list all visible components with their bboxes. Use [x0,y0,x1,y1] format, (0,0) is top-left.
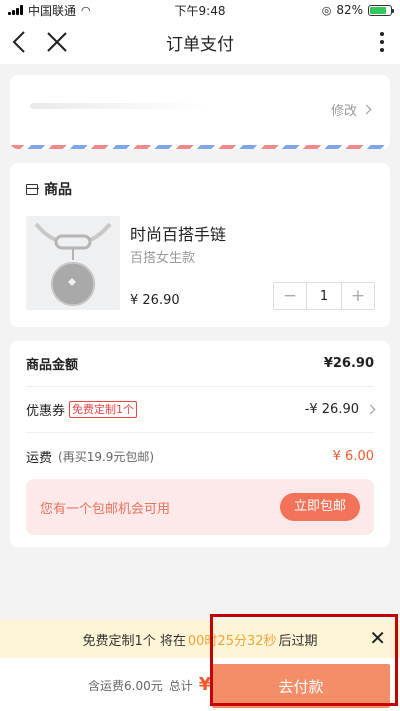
countdown-close-button[interactable]: ✕ [369,628,386,648]
status-right: ◎ 82% [321,3,394,17]
product-spec: 百搭女生款 [130,251,196,266]
orientation-lock-icon: ◎ [321,3,332,17]
product-price: ¥ 26.90 [130,293,180,308]
battery-icon [368,4,394,16]
carrier-label: 中国联通 [28,3,77,18]
quantity-value[interactable]: 1 [306,283,342,309]
countdown-suffix: 后过期 [278,633,318,649]
coupon-row[interactable]: 优惠券 免费定制1个 -¥ 26.90 [26,387,376,433]
address-redacted [30,103,210,109]
more-dot-icon [380,48,384,52]
goods-amount-label: 商品金额 [26,358,79,373]
more-dot-icon [380,40,384,44]
chevron-right-icon [365,404,376,415]
free-shipping-text: 您有一个包邮机会可用 [40,501,171,517]
pay-button[interactable]: 去付款 [212,664,390,708]
countdown-time: 00时25分32秒 [187,633,277,649]
countdown-prefix: 免费定制1个 将在 [82,633,186,649]
back-button[interactable] [0,20,38,64]
back-icon [12,31,25,53]
coupon-label: 优惠券 [26,404,66,419]
quantity-plus-button[interactable]: + [342,283,374,309]
shipping-value: ¥ 6.00 [332,448,374,464]
status-bar: 中国联通 ◠ 下午9:48 ◎ 82% [0,0,400,20]
expiry-countdown-banner: 免费定制1个 将在 00时25分32秒 后过期 ✕ [0,620,400,658]
shop-icon [25,183,39,195]
more-menu-button[interactable] [364,20,400,64]
product-name[interactable]: 时尚百搭手链 [130,221,226,245]
goods-header: 商品 [25,179,72,199]
battery-fill [370,6,387,14]
battery-percent: 82% [336,3,363,17]
more-dot-icon [380,32,384,36]
address-edit-label: 修改 [330,104,357,119]
close-button[interactable] [38,20,76,64]
quantity-minus-button[interactable]: − [274,283,306,309]
checkout-shipping-note: 含运费6.00元 [88,679,163,693]
order-summary-card: 商品金额 ¥26.90 优惠券 免费定制1个 -¥ 26.90 运费 (再买19… [10,341,390,547]
wifi-icon: ◠ [81,3,91,17]
goods-amount-row: 商品金额 ¥26.90 [26,341,374,387]
address-card[interactable]: 修改 [10,75,390,149]
address-edit-link[interactable]: 修改 [330,100,372,119]
airmail-border [10,145,390,149]
status-left: 中国联通 ◠ [8,2,91,19]
quantity-stepper: − 1 + [273,282,375,310]
close-icon [47,32,67,52]
goods-card: 商品 时尚百搭手链 百搭女生款 ¥ 26.90 − 1 + [10,163,390,327]
coupon-value: -¥ 26.90 [304,402,359,417]
chevron-right-icon [361,104,372,115]
bracelet-image [34,222,112,306]
goods-section-title: 商品 [44,182,72,198]
signal-icon [8,5,23,15]
coupon-badge: 免费定制1个 [69,401,138,418]
goods-amount-value: ¥26.90 [323,356,374,371]
checkout-total-label: 总计 [168,679,193,693]
shipping-label: 运费 [26,450,53,466]
free-shipping-button[interactable]: 立即包邮 [279,493,360,521]
shipping-row: 运费 (再买19.9元包邮) ¥ 6.00 [26,433,374,479]
free-shipping-banner: 您有一个包邮机会可用 立即包邮 [26,479,374,535]
nav-bar: 订单支付 [0,20,400,64]
product-image[interactable] [26,216,120,310]
checkout-bar: 含运费6.00元 总计 ¥6.00 去付款 [0,658,400,711]
shipping-note: (再买19.9元包邮) [58,449,155,464]
